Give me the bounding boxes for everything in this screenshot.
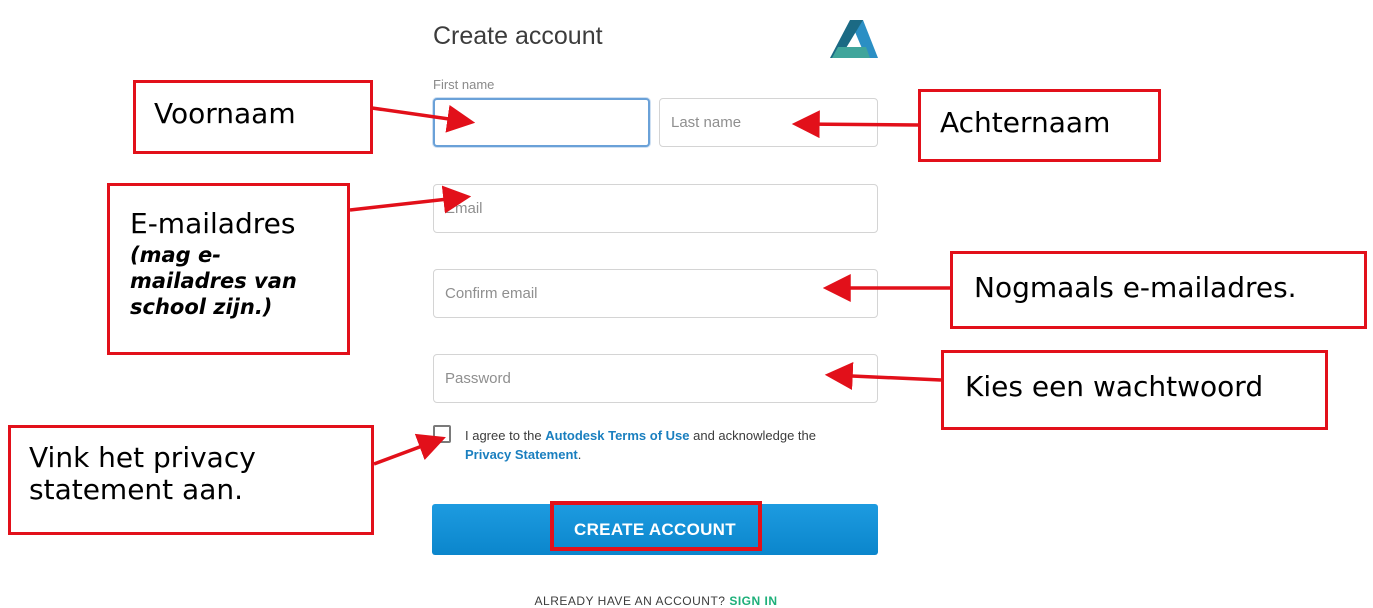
annotation-privacy: Vink het privacy statement aan.	[8, 425, 374, 535]
autodesk-logo-icon	[830, 20, 878, 58]
annotation-achternaam: Achternaam	[918, 89, 1161, 162]
privacy-statement-link[interactable]: Privacy Statement	[465, 447, 578, 462]
annotation-achternaam-text: Achternaam	[940, 106, 1111, 139]
password-input[interactable]	[433, 354, 878, 403]
agree-middle: and acknowledge the	[693, 428, 816, 443]
annotation-password-text: Kies een wachtwoord	[965, 370, 1264, 403]
create-button-highlight	[550, 501, 762, 551]
first-name-input[interactable]	[433, 98, 650, 147]
agree-suffix: .	[577, 447, 582, 462]
annotation-email-title: E-mailadres	[130, 207, 296, 240]
confirm-email-input[interactable]	[433, 269, 878, 318]
annotation-email-note: (mag e-mailadres van school zijn.)	[130, 243, 297, 319]
agree-prefix: I agree to the	[465, 428, 542, 443]
annotation-email: E-mailadres (mag e-mailadres van school …	[107, 183, 350, 355]
annotation-privacy-text: Vink het privacy statement aan.	[29, 441, 256, 506]
annotation-voornaam: Voornaam	[133, 80, 373, 154]
annotation-voornaam-text: Voornaam	[154, 97, 296, 130]
terms-checkbox[interactable]	[433, 425, 451, 443]
annotation-confirm-email-text: Nogmaals e-mailadres.	[974, 271, 1297, 304]
page-title: Create account	[433, 22, 603, 50]
arrow-privacy	[373, 433, 446, 466]
first-name-label: First name	[433, 77, 495, 92]
email-input[interactable]	[433, 184, 878, 233]
last-name-input[interactable]	[659, 98, 878, 147]
terms-agreement-text: I agree to the Autodesk Terms of Use and…	[465, 426, 860, 464]
annotation-confirm-email: Nogmaals e-mailadres.	[950, 251, 1367, 329]
annotation-password: Kies een wachtwoord	[941, 350, 1328, 430]
terms-of-use-link[interactable]: Autodesk Terms of Use	[545, 428, 689, 443]
